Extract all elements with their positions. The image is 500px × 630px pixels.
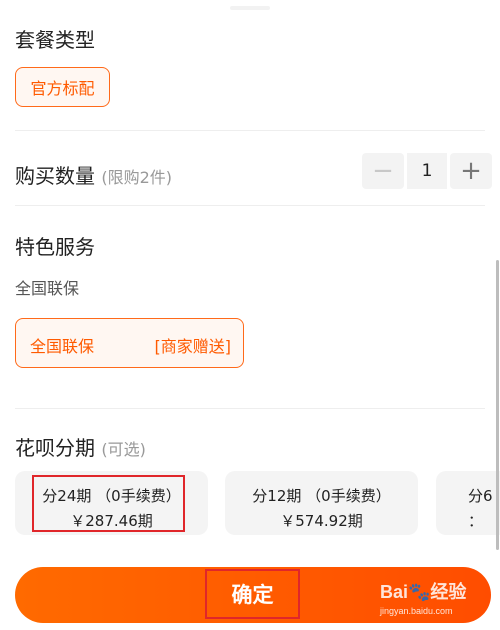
- package-type-title: 套餐类型: [15, 28, 95, 52]
- divider: [15, 130, 485, 131]
- quantity-title-text: 购买数量: [15, 164, 95, 188]
- service-option-tag: [商家赠送]: [154, 337, 232, 356]
- quantity-value[interactable]: 1: [407, 153, 447, 189]
- service-subtitle: 全国联保: [15, 279, 80, 298]
- installment-plan-6[interactable]: 分6 ：: [436, 471, 500, 535]
- service-option-warranty[interactable]: 全国联保 [商家赠送]: [15, 318, 244, 368]
- product-options-sheet: 套餐类型 官方标配 购买数量 (限购2件) − 1 + 特色服务 全国联保 全国…: [0, 0, 500, 630]
- decrease-quantity-button[interactable]: −: [362, 153, 404, 189]
- quantity-title: 购买数量 (限购2件): [15, 160, 172, 189]
- divider: [15, 205, 485, 206]
- quantity-stepper[interactable]: − 1 +: [362, 153, 492, 189]
- installment-plan-12[interactable]: 分12期 （0手续费） ￥574.92期: [225, 471, 418, 535]
- installment-optional-note: (可选): [101, 440, 146, 459]
- watermark-url: jingyan.baidu.com: [380, 606, 453, 616]
- scrollbar[interactable]: [496, 260, 499, 550]
- package-option-label: 官方标配: [30, 79, 95, 98]
- package-option-official[interactable]: 官方标配: [15, 67, 110, 107]
- quantity-limit-note: (限购2件): [101, 168, 173, 187]
- plan-term: 分12期 （0手续费）: [252, 487, 391, 505]
- sheet-handle: [230, 6, 270, 10]
- service-option-name: 全国联保: [30, 337, 95, 356]
- highlight-annotation: [32, 475, 185, 532]
- special-service-title: 特色服务: [15, 235, 95, 259]
- baidu-jingyan-watermark: Bai🐾经验 jingyan.baidu.com: [380, 578, 466, 616]
- divider: [15, 408, 485, 409]
- confirm-button-label[interactable]: 确定: [205, 569, 300, 619]
- watermark-logo: Bai🐾经验: [380, 582, 467, 602]
- increase-quantity-button[interactable]: +: [450, 153, 492, 189]
- plan-price: ￥574.92期: [280, 512, 363, 530]
- installment-title: 花呗分期 (可选): [15, 432, 146, 461]
- installment-title-text: 花呗分期: [15, 436, 95, 460]
